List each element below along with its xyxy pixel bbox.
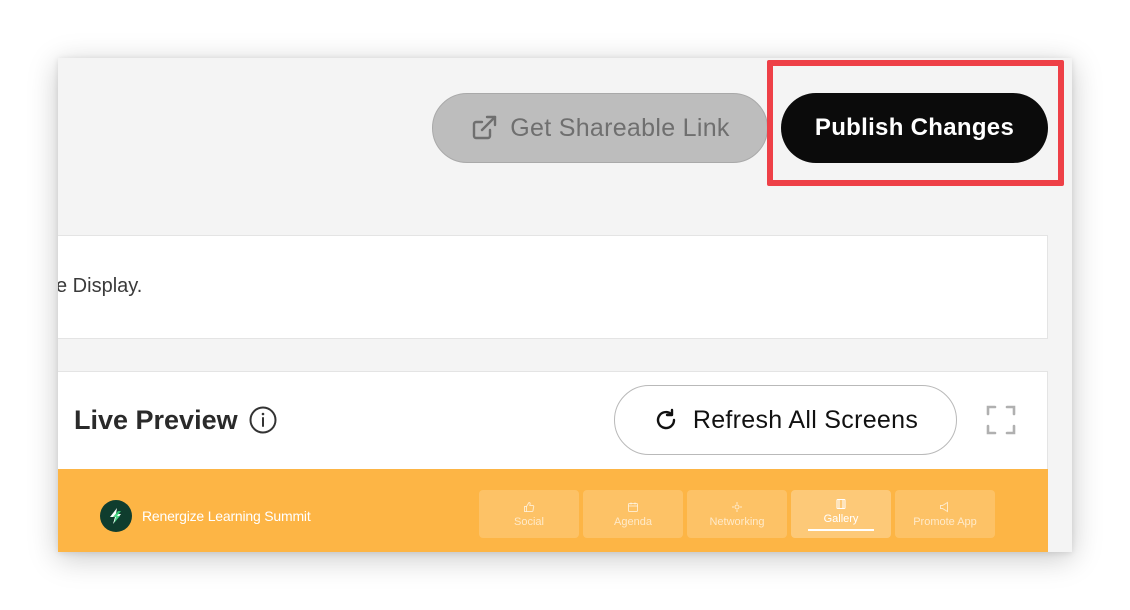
refresh-all-screens-label: Refresh All Screens	[692, 405, 919, 434]
get-shareable-link-label: Get Shareable Link	[510, 113, 730, 142]
nav-item-label: Promote App	[913, 515, 977, 528]
nav-item-agenda[interactable]: Agenda	[583, 490, 683, 538]
highlight-box	[767, 60, 1064, 186]
event-logo	[100, 500, 132, 532]
event-app-banner: Renergize Learning Summit Social Agenda	[58, 469, 1048, 552]
notice-text: e Display.	[58, 275, 143, 297]
nav-item-label: Social	[514, 515, 544, 528]
app-window: Get Shareable Link Publish Changes e Dis…	[58, 58, 1072, 552]
event-name: Renergize Learning Summit	[142, 508, 311, 524]
bolt-icon	[110, 508, 121, 524]
nav-item-label: Agenda	[614, 515, 652, 528]
nav-item-social[interactable]: Social	[479, 490, 579, 538]
refresh-icon	[656, 408, 676, 430]
get-shareable-link-button[interactable]: Get Shareable Link	[432, 93, 768, 163]
external-link-icon	[473, 115, 497, 140]
nav-item-label: Networking	[709, 515, 765, 528]
gallery-icon	[836, 498, 846, 509]
live-preview-title: Live Preview	[74, 405, 238, 435]
fullscreen-icon[interactable]	[986, 405, 1016, 435]
info-icon[interactable]	[248, 405, 278, 435]
notice-panel: e Display.	[58, 235, 1048, 339]
event-brand: Renergize Learning Summit	[100, 500, 311, 532]
live-preview-panel: Live Preview Refresh All Screens Renergi…	[58, 371, 1048, 552]
thumbs-up-icon	[524, 501, 535, 512]
event-nav: Social Agenda Networking Gallery Promote…	[479, 490, 995, 538]
active-nav-underline	[808, 528, 874, 531]
megaphone-icon	[940, 501, 948, 512]
nav-item-gallery[interactable]: Gallery	[791, 490, 891, 538]
nav-item-promote-app[interactable]: Promote App	[895, 490, 995, 538]
network-icon	[732, 501, 742, 512]
nav-item-networking[interactable]: Networking	[687, 490, 787, 538]
refresh-all-screens-button[interactable]: Refresh All Screens	[614, 385, 957, 455]
calendar-icon	[628, 502, 638, 512]
nav-item-label: Gallery	[823, 512, 859, 525]
